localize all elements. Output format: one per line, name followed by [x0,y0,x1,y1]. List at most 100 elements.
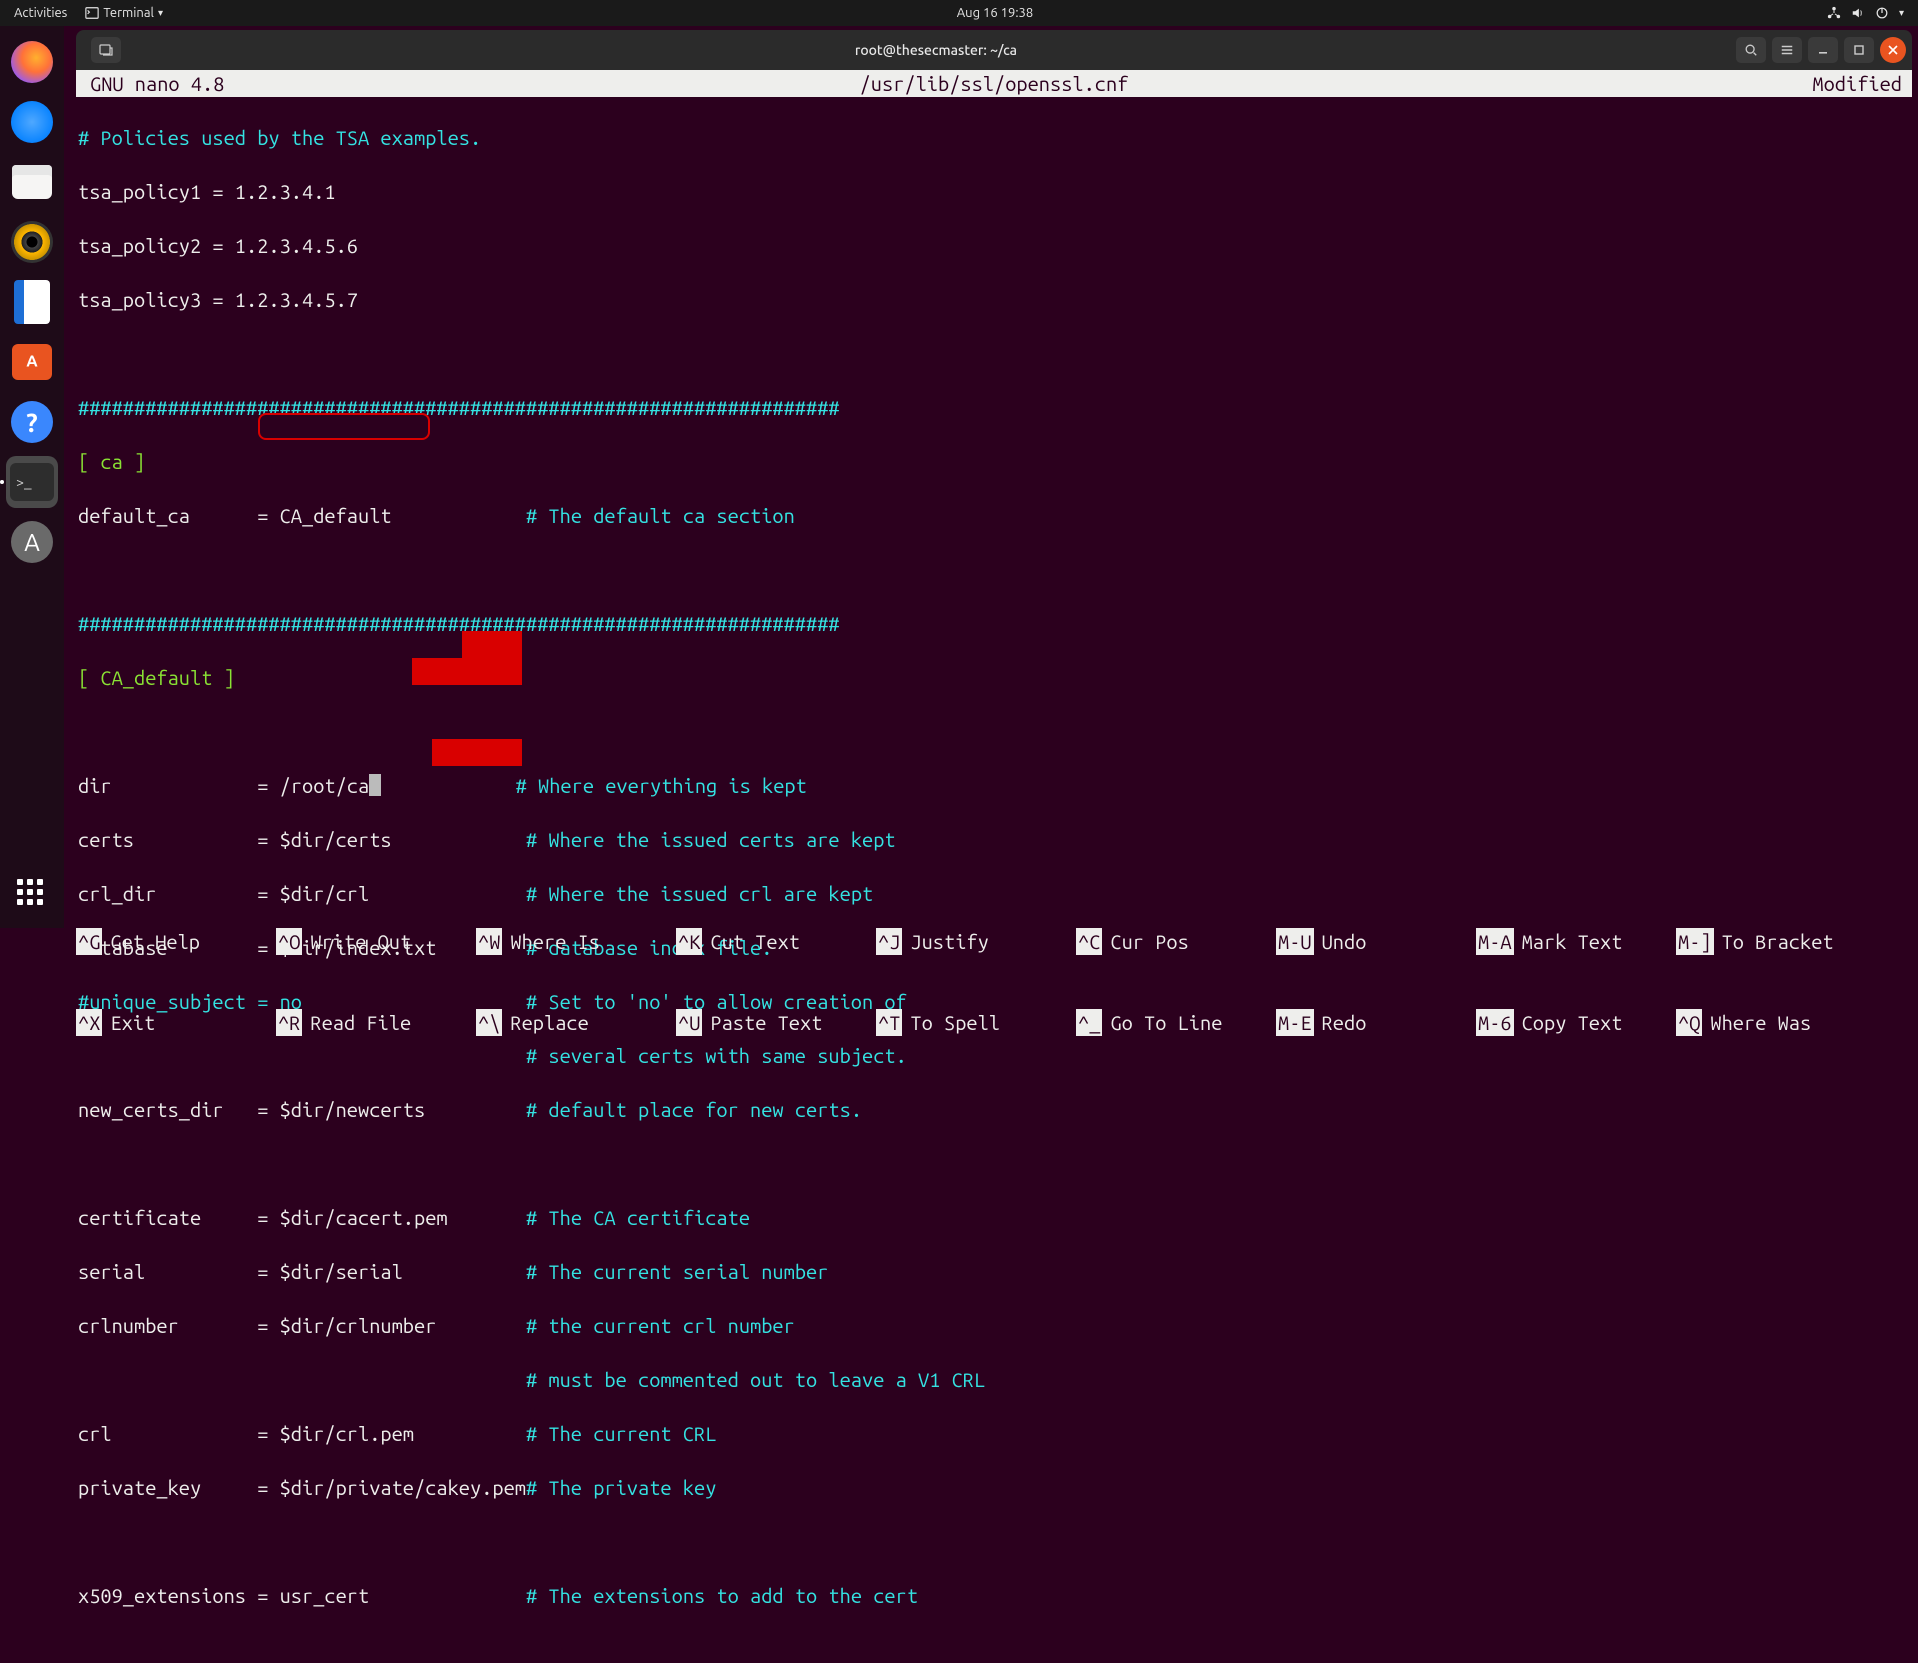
nano-shortcut: M-6Copy Text [1476,1009,1676,1036]
shortcut-key: M-A [1476,928,1514,955]
nano-shortcut: ^QWhere Was [1676,1009,1876,1036]
editor-line [78,718,1912,745]
nano-modified: Modified [1812,70,1902,97]
hamburger-icon [1780,43,1794,57]
editor-line: x509_extensions = usr_cert # The extensi… [78,1582,1912,1609]
nano-shortcut: ^JJustify [876,928,1076,955]
text: certs = $dir/certs [78,828,392,851]
nano-shortcut: ^GGet Help [76,928,276,955]
software-icon [12,344,52,380]
nano-header: GNU nano 4.8 /usr/lib/ssl/openssl.cnf Mo… [76,70,1912,97]
shortcut-label: Where Was [1710,1009,1811,1036]
editor-line: ########################################… [78,610,1912,637]
editor-content[interactable]: # Policies used by the TSA examples. tsa… [78,97,1912,928]
hamburger-menu-button[interactable] [1772,37,1802,63]
titlebar: root@thesecmaster: ~/ca [76,30,1912,70]
editor-line: serial = $dir/serial # The current seria… [78,1258,1912,1285]
system-status-area[interactable]: ▾ [1827,6,1914,20]
new-tab-icon [98,42,114,58]
dock-terminal[interactable]: >_ [6,456,58,508]
dock-software-updater[interactable]: A [6,516,58,568]
search-icon [1744,43,1758,57]
dock-ubuntu-software[interactable] [6,336,58,388]
comment: # default place for new certs. [526,1098,862,1121]
rhythmbox-icon [11,221,53,263]
help-icon: ? [11,401,53,443]
shortcut-key: ^K [676,928,702,955]
shortcut-key: ^\ [476,1009,502,1036]
editor-line: # must be commented out to leave a V1 CR… [78,1366,1912,1393]
shortcut-label: Replace [510,1009,588,1036]
comment: # Where the issued certs are kept [526,828,896,851]
shortcut-key: ^_ [1076,1009,1102,1036]
editor-line [78,556,1912,583]
shortcut-key: ^O [276,928,302,955]
comment: # The CA certificate [526,1206,750,1229]
shortcut-label: Copy Text [1522,1009,1623,1036]
nano-shortcut: ^\ Replace [476,1009,676,1036]
nano-shortcut: ^C Cur Pos [1076,928,1276,955]
dock-help[interactable]: ? [6,396,58,448]
maximize-button[interactable] [1844,37,1874,63]
window-title: root@thesecmaster: ~/ca [136,42,1736,58]
dock-thunderbird[interactable] [6,96,58,148]
nano-version: GNU nano 4.8 [90,70,224,97]
nano-shortcut: ^WWhere Is [476,928,676,955]
comment: # must be commented out to leave a V1 CR… [526,1368,985,1391]
shortcut-key: ^J [876,928,902,955]
clock[interactable]: Aug 16 19:38 [163,6,1827,20]
shortcut-key: ^T [876,1009,902,1036]
nano-filename: /usr/lib/ssl/openssl.cnf [860,70,1129,97]
terminal-app-icon: >_ [10,463,54,501]
shortcut-label: Read File [310,1009,411,1036]
shortcut-key: ^C [1076,928,1102,955]
editor-line: tsa_policy1 = 1.2.3.4.1 [78,178,1912,205]
shortcut-label: Exit [110,1009,155,1036]
comment: # the current crl number [526,1314,795,1337]
editor-line: certs = $dir/certs # Where the issued ce… [78,826,1912,853]
editor-line [78,1150,1912,1177]
network-icon [1827,6,1841,20]
shortcut-label: Redo [1322,1009,1367,1036]
shortcut-key: ^W [476,928,502,955]
app-menu-terminal[interactable]: Terminal ▾ [85,6,163,20]
terminal-window: root@thesecmaster: ~/ca GNU nano 4.8 /us… [76,30,1912,928]
comment: # The private key [526,1476,716,1499]
text: x509_extensions = usr_cert [78,1584,369,1607]
terminal-body[interactable]: GNU nano 4.8 /usr/lib/ssl/openssl.cnf Mo… [76,70,1912,928]
shortcut-key: M-U [1276,928,1314,955]
shortcut-label: Cur Pos [1110,928,1188,955]
nano-shortcut: M-ERedo [1276,1009,1476,1036]
nano-shortcut: ^RRead File [276,1009,476,1036]
shortcut-label: Paste Text [710,1009,822,1036]
minimize-icon [1817,44,1829,56]
comment: # several certs with same subject. [526,1044,907,1067]
dock-firefox[interactable] [6,36,58,88]
activities-button[interactable]: Activities [14,6,67,20]
dock-rhythmbox[interactable] [6,216,58,268]
editor-line: [ ca ] [78,448,1912,475]
close-icon [1887,44,1899,56]
editor-line [78,340,1912,367]
dock-files[interactable] [6,156,58,208]
search-button[interactable] [1736,37,1766,63]
editor-line: crl = $dir/crl.pem # The current CRL [78,1420,1912,1447]
comment: # Where everything is kept [516,774,807,797]
text: dir [78,774,112,797]
new-tab-button[interactable] [91,37,121,63]
show-applications-button[interactable] [6,868,58,920]
shortcut-label: To Bracket [1722,928,1834,955]
editor-line: tsa_policy3 = 1.2.3.4.5.7 [78,286,1912,313]
minimize-button[interactable] [1808,37,1838,63]
dock-libreoffice-writer[interactable] [6,276,58,328]
power-icon [1875,6,1889,20]
gnome-top-bar: Activities Terminal ▾ Aug 16 19:38 ▾ [0,0,1918,26]
nano-shortcut: ^UPaste Text [676,1009,876,1036]
shortcut-label: Cut Text [710,928,800,955]
close-button[interactable] [1880,37,1906,63]
editor-line: certificate = $dir/cacert.pem # The CA c… [78,1204,1912,1231]
comment: # The current CRL [526,1422,716,1445]
update-icon: A [11,521,53,563]
chevron-down-icon: ▾ [1899,7,1904,19]
shortcut-label: To Spell [910,1009,1000,1036]
